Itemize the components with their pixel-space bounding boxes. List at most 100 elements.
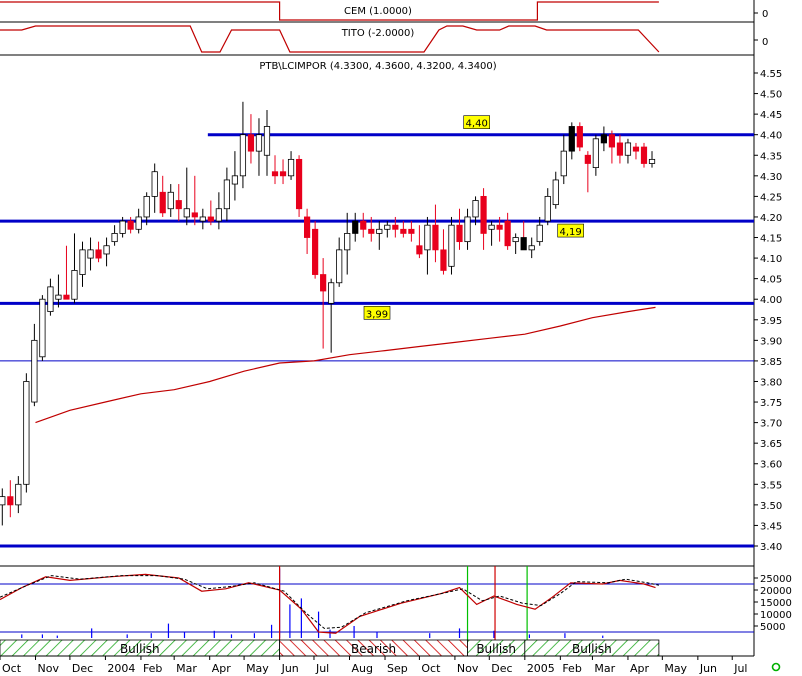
candle-body xyxy=(416,245,423,255)
candlesticks xyxy=(0,101,656,526)
candle xyxy=(544,188,551,226)
candle xyxy=(135,208,142,234)
candle xyxy=(568,122,575,160)
candle xyxy=(271,155,279,185)
x-tick-label: 2005 xyxy=(527,662,555,675)
phase-bear: Bearish xyxy=(279,639,468,657)
cem-label: CEM (1.0000) xyxy=(344,6,412,17)
candle-body xyxy=(464,216,471,243)
candle xyxy=(448,216,455,275)
candle-body xyxy=(552,179,559,206)
moving-average xyxy=(35,306,656,424)
candle-body xyxy=(7,496,14,506)
candle-body xyxy=(231,175,239,185)
level-annotation: 4,19 xyxy=(557,223,584,238)
candle-body xyxy=(528,245,535,251)
candle-body xyxy=(39,298,46,358)
candle xyxy=(7,480,14,518)
candle xyxy=(39,295,46,361)
x-tick-label: Jun xyxy=(281,662,299,675)
candle xyxy=(231,151,239,201)
candle-body xyxy=(520,237,527,251)
osc-tick-label: 20000 xyxy=(760,586,792,597)
y-tick-label: 3.95 xyxy=(760,316,782,327)
candle xyxy=(183,167,190,226)
x-tick-label: 2004 xyxy=(107,662,135,675)
y-tick-label: 3.85 xyxy=(760,357,782,368)
x-tick-label: Mar xyxy=(594,662,615,675)
candle xyxy=(480,188,487,250)
candle-body xyxy=(271,171,279,177)
candle xyxy=(432,204,439,263)
candle-body xyxy=(408,228,415,234)
candle xyxy=(295,155,303,217)
candle-body xyxy=(287,158,295,177)
candle-body xyxy=(608,134,616,148)
cem-axis-tick: 0 xyxy=(762,9,768,20)
y-tick-label: 4.25 xyxy=(760,192,782,203)
candle xyxy=(632,142,640,160)
candle xyxy=(488,221,495,246)
phase-label: Bearish xyxy=(351,642,396,656)
x-tick-label: Dec xyxy=(72,662,93,675)
candle xyxy=(520,221,527,251)
candle-body xyxy=(127,220,134,230)
candle xyxy=(328,278,335,353)
candle xyxy=(263,110,271,176)
candle xyxy=(464,208,471,250)
candle xyxy=(79,241,86,287)
candle-body xyxy=(31,339,38,403)
y-tick-label: 4.40 xyxy=(760,131,782,142)
y-tick-label: 4.50 xyxy=(760,90,782,101)
candle xyxy=(608,130,616,164)
candle xyxy=(87,237,94,271)
candle-body xyxy=(544,195,551,222)
candle-body xyxy=(223,179,230,210)
candle xyxy=(95,241,102,263)
candle-body xyxy=(175,200,182,210)
candle xyxy=(247,114,255,164)
y-tick-label: 4.05 xyxy=(760,275,782,286)
candle-body xyxy=(504,220,511,247)
candle xyxy=(600,126,607,152)
candle xyxy=(416,225,423,259)
candle-body xyxy=(111,233,118,243)
candle-body xyxy=(119,220,126,234)
candle-body xyxy=(79,249,86,275)
candle-body xyxy=(568,126,575,152)
y-tick-label: 4.35 xyxy=(760,151,782,162)
annotation-label: 4,19 xyxy=(560,227,582,238)
candle-body xyxy=(576,126,583,148)
osc-tick-label: 10000 xyxy=(760,610,792,621)
candle-body xyxy=(344,233,351,251)
candle xyxy=(552,171,559,209)
tito-pane: TITO (-2.0000) 0 xyxy=(0,25,768,56)
candle-body xyxy=(103,245,110,255)
phase-label: Bullish xyxy=(572,642,612,656)
x-tick-label: May xyxy=(664,662,687,675)
annotation-label: 4,40 xyxy=(466,119,488,130)
candle xyxy=(199,208,206,230)
annotation-label: 3,99 xyxy=(366,309,388,320)
candle-body xyxy=(312,228,319,275)
candle-body xyxy=(263,126,271,156)
candle-body xyxy=(640,146,648,164)
candle-body xyxy=(624,142,632,156)
candle-body xyxy=(488,224,495,230)
candle xyxy=(592,134,599,176)
y-tick-label: 3.40 xyxy=(760,542,782,553)
status-circle-icon[interactable] xyxy=(771,662,781,672)
candle-body xyxy=(456,224,463,243)
candle-body xyxy=(432,224,439,251)
candle-body xyxy=(167,191,174,210)
y-tick-label: 4.00 xyxy=(760,295,782,306)
candle-body xyxy=(472,200,479,218)
candle xyxy=(440,229,447,275)
cem-line xyxy=(0,1,659,21)
tito-series xyxy=(0,25,660,53)
y-tick-label: 3.55 xyxy=(760,480,782,491)
candle-body xyxy=(191,212,198,218)
candle xyxy=(576,122,583,152)
candle xyxy=(360,212,367,238)
candle-body xyxy=(183,208,190,218)
